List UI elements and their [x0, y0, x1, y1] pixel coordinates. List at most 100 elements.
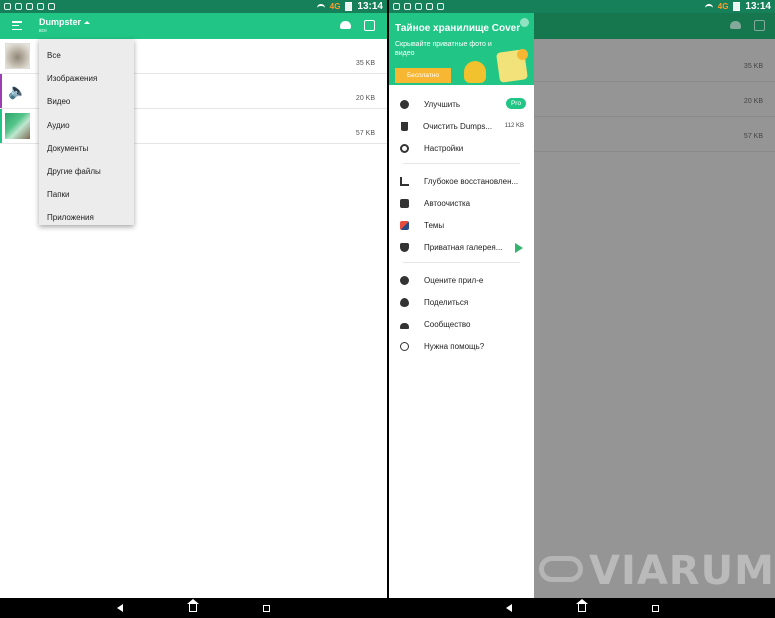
list-options-icon[interactable]	[364, 20, 375, 31]
cloud-upload-icon[interactable]	[340, 21, 351, 29]
upgrade-icon	[400, 99, 409, 109]
bag-icon	[426, 3, 433, 10]
robot-icon	[400, 198, 409, 208]
system-nav-bar	[389, 598, 775, 618]
filter-audio[interactable]: Аудио	[39, 114, 134, 137]
menu-item-auto-clean[interactable]: Автоочистка	[389, 192, 534, 214]
speaker-icon: 🔈	[8, 83, 27, 100]
menu-item-clear-dumpster[interactable]: Очистить Dumps... 112 KB	[389, 115, 534, 137]
filter-other-files[interactable]: Другие файлы	[39, 160, 134, 183]
close-icon[interactable]	[520, 18, 529, 27]
menu-item-label: Улучшить	[424, 99, 461, 109]
wifi-icon	[704, 3, 713, 10]
app-subtitle: все	[39, 28, 47, 34]
menu-item-label: Темы	[424, 220, 445, 230]
filter-video[interactable]: Видео	[39, 90, 134, 113]
filter-dropdown-toggle[interactable]: Dumpster все	[39, 17, 91, 34]
list-options-icon	[754, 20, 765, 31]
file-size: 20 KB	[743, 98, 763, 105]
home-icon[interactable]	[187, 599, 199, 612]
recents-icon[interactable]	[263, 604, 270, 612]
star-icon	[400, 275, 409, 285]
clock: 13:14	[745, 1, 771, 12]
lock-icon	[26, 3, 33, 10]
menu-item-label: Сообщество	[424, 319, 471, 329]
wifi-icon	[316, 3, 325, 10]
watermark-logo-icon	[539, 556, 583, 582]
caret-up-icon	[84, 20, 91, 24]
recents-icon[interactable]	[651, 604, 659, 612]
themes-icon	[400, 220, 409, 230]
left-screen: 4G 13:14 Dumpster все 35 KB 🔈 20 KB 57 K…	[0, 0, 387, 618]
menu-item-upgrade[interactable]: Улучшить Pro	[389, 93, 534, 115]
promo-title: Тайное хранилище Cover	[395, 23, 521, 34]
alarm-icon	[4, 3, 11, 10]
menu-item-help[interactable]: Нужна помощь?	[389, 335, 534, 357]
right-screen: 4G 13:14 35 KB 20 KB 57 KB VIARUM Тайное…	[389, 0, 775, 618]
telegram-icon	[48, 3, 55, 10]
filter-apps[interactable]: Приложения	[39, 206, 134, 229]
pro-badge: Pro	[506, 98, 526, 109]
menu-item-label: Поделиться	[424, 297, 469, 307]
people-icon	[400, 322, 409, 329]
file-size: 35 KB	[743, 63, 763, 70]
file-size: 57 KB	[355, 130, 375, 137]
back-icon[interactable]	[505, 604, 512, 612]
globe-icon	[400, 341, 409, 351]
menu-item-label: Приватная галерея...	[424, 242, 503, 252]
clock: 13:14	[357, 1, 383, 12]
network-label: 4G	[329, 2, 341, 11]
battery-icon	[345, 2, 353, 11]
image-thumbnail	[5, 113, 30, 139]
status-bar: 4G 13:14	[0, 0, 387, 13]
back-icon[interactable]	[117, 604, 123, 612]
menu-item-label: Автоочистка	[424, 198, 471, 208]
image-accent-bar	[0, 109, 2, 143]
menu-item-settings[interactable]: Настройки	[389, 137, 534, 159]
menu-item-label: Нужна помощь?	[424, 341, 485, 351]
deep-recovery-icon	[400, 176, 409, 186]
filter-folders[interactable]: Папки	[39, 183, 134, 206]
hamburger-menu-icon[interactable]	[12, 21, 22, 30]
trash-icon	[401, 121, 408, 131]
divider	[403, 163, 520, 164]
menu-item-private-gallery[interactable]: Приватная галерея...	[389, 236, 534, 258]
filter-images[interactable]: Изображения	[39, 67, 134, 90]
filter-all[interactable]: Все	[39, 44, 134, 67]
alarm-icon	[393, 3, 400, 10]
gear-icon	[400, 143, 409, 153]
menu-item-rate-app[interactable]: Оцените прил-е	[389, 269, 534, 291]
file-size: 35 KB	[355, 60, 375, 67]
promo-banner[interactable]: Тайное хранилище Cover Скрывайте приватн…	[389, 13, 534, 85]
shield-icon	[400, 242, 409, 252]
message-icon	[15, 3, 22, 10]
notification-icons	[4, 3, 55, 10]
cloud-upload-icon	[730, 21, 741, 29]
menu-item-label: Очистить Dumps...	[423, 121, 493, 131]
status-bar: 4G 13:14	[389, 0, 775, 13]
drawer-menu: Улучшить Pro Очистить Dumps... 112 KB На…	[389, 93, 534, 357]
app-title: Dumpster	[39, 17, 82, 27]
message-icon	[404, 3, 411, 10]
menu-item-label: Оцените прил-е	[424, 275, 484, 285]
free-button[interactable]: Бесплатно	[395, 68, 451, 83]
menu-item-themes[interactable]: Темы	[389, 214, 534, 236]
menu-item-label: Глубокое восстановлен...	[424, 176, 519, 186]
image-thumbnail	[5, 43, 30, 69]
lock-icon	[415, 3, 422, 10]
menu-item-share[interactable]: Поделиться	[389, 291, 534, 313]
cat-mascot-icon	[464, 61, 486, 83]
lock-badge-icon	[517, 49, 528, 60]
menu-item-label: Настройки	[424, 143, 464, 153]
network-label: 4G	[717, 2, 729, 11]
filter-documents[interactable]: Документы	[39, 137, 134, 160]
menu-item-deep-recovery[interactable]: Глубокое восстановлен...	[389, 170, 534, 192]
home-icon[interactable]	[575, 599, 588, 612]
filter-dropdown-menu: Все Изображения Видео Аудио Документы Др…	[39, 39, 134, 225]
play-store-icon	[515, 243, 523, 253]
bag-icon	[37, 3, 44, 10]
promo-subtitle: Скрывайте приватные фото и видео	[395, 41, 492, 58]
system-nav-bar	[0, 598, 387, 618]
dumpster-size: 112 KB	[504, 123, 524, 129]
menu-item-community[interactable]: Сообщество	[389, 313, 534, 335]
